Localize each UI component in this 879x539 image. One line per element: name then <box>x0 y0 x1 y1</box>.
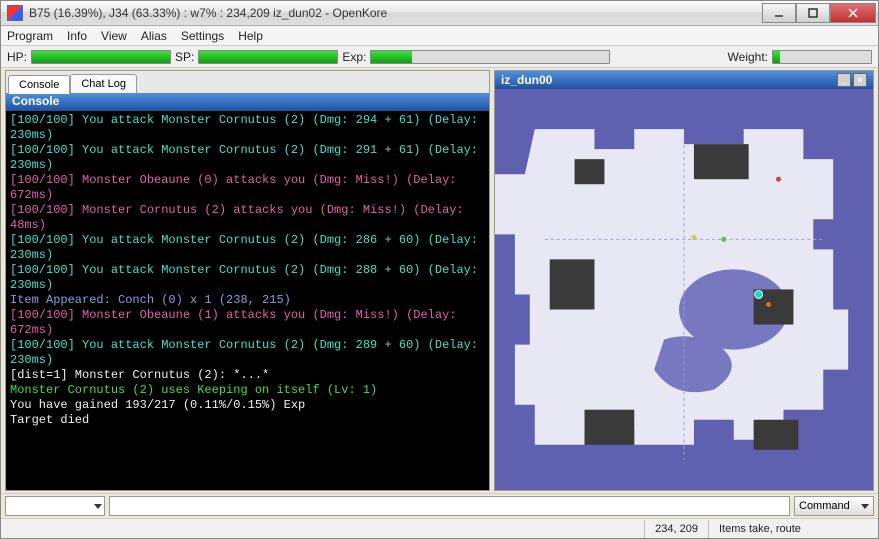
input-bar: Command <box>1 493 878 518</box>
command-type-dropdown[interactable]: Command <box>794 496 874 516</box>
console-line: You have gained 193/217 (0.11%/0.15%) Ex… <box>10 398 485 413</box>
map-close-icon[interactable]: × <box>853 73 867 87</box>
menu-view[interactable]: View <box>101 29 127 43</box>
titlebar[interactable]: B75 (16.39%), J34 (63.33%) : w7% : 234,2… <box>1 1 878 26</box>
command-type-label: Command <box>799 500 850 512</box>
menu-help[interactable]: Help <box>238 29 263 43</box>
input-target-dropdown[interactable] <box>5 496 105 516</box>
menubar: Program Info View Alias Settings Help <box>1 26 878 46</box>
close-button[interactable] <box>830 3 876 23</box>
console-line: Monster Cornutus (2) uses Keeping on its… <box>10 383 485 398</box>
stats-bar: HP: SP: Exp: Weight: <box>1 46 878 68</box>
menu-info[interactable]: Info <box>67 29 87 43</box>
console-line: [100/100] You attack Monster Cornutus (2… <box>10 263 485 293</box>
sp-label: SP: <box>175 50 194 64</box>
weight-label: Weight: <box>728 50 768 64</box>
map-pane: iz_dun00 _ × <box>494 70 874 491</box>
menu-alias[interactable]: Alias <box>141 29 167 43</box>
console-line: [100/100] You attack Monster Cornutus (2… <box>10 233 485 263</box>
status-info: Items take, route <box>708 520 878 538</box>
console-line: [100/100] You attack Monster Cornutus (2… <box>10 338 485 368</box>
menu-program[interactable]: Program <box>7 29 53 43</box>
console-line: [dist=1] Monster Cornutus (2): *...* <box>10 368 485 383</box>
app-window: B75 (16.39%), J34 (63.33%) : w7% : 234,2… <box>0 0 879 539</box>
console-line: [100/100] You attack Monster Cornutus (2… <box>10 143 485 173</box>
hp-label: HP: <box>7 50 27 64</box>
console-line: [100/100] Monster Cornutus (2) attacks y… <box>10 203 485 233</box>
maximize-button[interactable] <box>796 3 830 23</box>
tab-strip: Console Chat Log <box>6 71 489 93</box>
console-output[interactable]: [100/100] You attack Monster Cornutus (2… <box>6 111 489 490</box>
console-line: [100/100] Monster Obeaune (0) attacks yo… <box>10 173 485 203</box>
command-input[interactable] <box>109 496 790 516</box>
sp-bar <box>198 50 338 64</box>
app-icon <box>7 5 23 21</box>
chevron-down-icon <box>861 504 869 509</box>
tab-chatlog[interactable]: Chat Log <box>70 74 137 93</box>
status-coords: 234, 209 <box>644 520 708 538</box>
minimize-button[interactable] <box>762 3 796 23</box>
console-line: Item Appeared: Conch (0) x 1 (238, 215) <box>10 293 485 308</box>
map-title: iz_dun00 <box>501 73 552 87</box>
menu-settings[interactable]: Settings <box>181 29 224 43</box>
content-area: Console Chat Log Console [100/100] You a… <box>1 68 878 493</box>
status-bar: 234, 209 Items take, route <box>1 518 878 538</box>
exp-label: Exp: <box>342 50 366 64</box>
console-line: [100/100] Monster Obeaune (1) attacks yo… <box>10 308 485 338</box>
hp-bar <box>31 50 171 64</box>
map-minimize-icon[interactable]: _ <box>837 73 851 87</box>
weight-bar <box>772 50 872 64</box>
exp-bar <box>370 50 610 64</box>
console-pane: Console Chat Log Console [100/100] You a… <box>5 70 490 491</box>
console-line: [100/100] You attack Monster Cornutus (2… <box>10 113 485 143</box>
map-view[interactable] <box>495 89 873 490</box>
map-header: iz_dun00 _ × <box>495 71 873 89</box>
tab-console[interactable]: Console <box>8 75 70 94</box>
console-header: Console <box>6 93 489 111</box>
window-title: B75 (16.39%), J34 (63.33%) : w7% : 234,2… <box>29 6 762 20</box>
console-line: Target died <box>10 413 485 428</box>
chevron-down-icon <box>94 504 102 509</box>
